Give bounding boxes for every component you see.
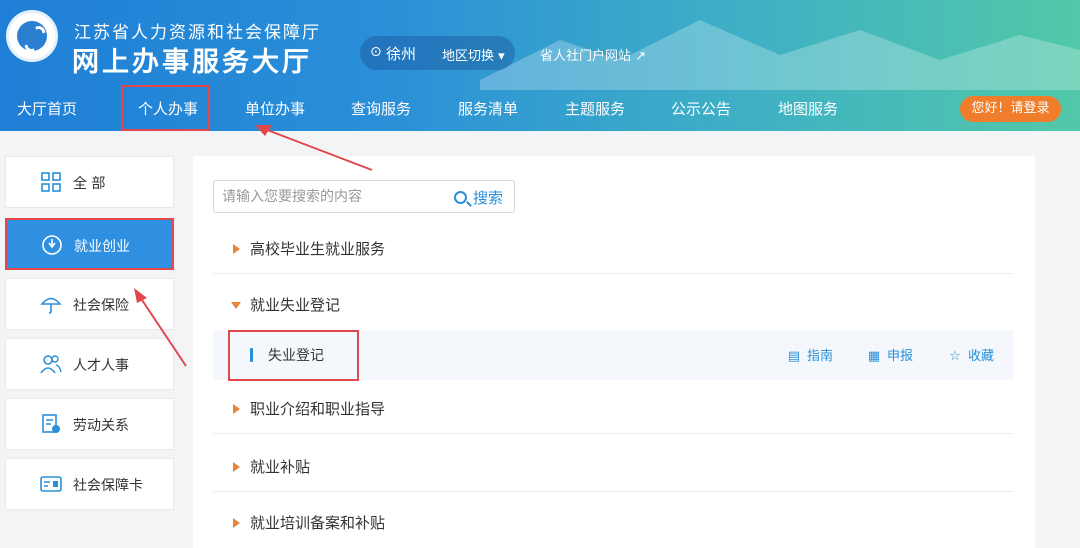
grid-icon [39, 171, 63, 195]
sidebar-item-label: 劳动关系 [73, 418, 129, 434]
category-name: 就业补贴 [250, 458, 311, 476]
guide-icon: ▤ [787, 349, 801, 364]
sidebar-item-insurance[interactable]: 社会保险 [5, 278, 174, 330]
location-selector[interactable]: ⊙ 徐州 地区切换 ▾ [360, 36, 515, 70]
sidebar-item-label: 社会保障卡 [73, 478, 143, 494]
nav-home[interactable]: 大厅首页 [17, 98, 77, 119]
category-name: 高校毕业生就业服务 [250, 240, 386, 258]
category-name: 就业失业登记 [250, 296, 341, 314]
search-icon [454, 191, 467, 204]
sidebar-item-label: 就业创业 [74, 239, 130, 255]
nav-map[interactable]: 地图服务 [778, 98, 838, 119]
favorite-button[interactable]: ☆ 收藏 [948, 345, 994, 364]
sidebar-item-card[interactable]: 社会保障卡 [5, 458, 174, 510]
highlight-service-item [228, 330, 359, 381]
sidebar-item-label: 社会保险 [73, 298, 129, 314]
highlight-nav-personal [121, 85, 210, 131]
sidebar-item-employment[interactable]: 就业创业 [5, 218, 174, 270]
people-icon [39, 353, 63, 377]
site-logo[interactable] [6, 10, 58, 62]
star-icon: ☆ [949, 349, 961, 364]
nav-service-list[interactable]: 服务清单 [458, 98, 518, 119]
sidebar-item-labor[interactable]: 劳动关系 [5, 398, 174, 450]
umbrella-icon [39, 293, 63, 317]
category-row[interactable]: 就业失业登记 [213, 278, 1013, 330]
sidebar-item-label: 人才人事 [73, 358, 129, 374]
document-icon [39, 413, 63, 437]
category-row[interactable]: 就业培训备案和补贴 [213, 496, 1013, 548]
employment-icon [40, 234, 64, 258]
login-button[interactable]: 您好！请登录 [960, 96, 1061, 122]
category-row[interactable]: 就业补贴 [213, 440, 1013, 492]
caret-right-icon [233, 404, 240, 414]
search-button[interactable]: 搜索 [454, 187, 503, 208]
apply-icon: ▦ [867, 349, 881, 364]
nav-notices[interactable]: 公示公告 [671, 98, 731, 119]
apply-button[interactable]: ▦ 申报 [867, 345, 913, 364]
search-box: 搜索 [213, 180, 515, 213]
sidebar-item-all[interactable]: 全 部 [5, 156, 174, 208]
category-name: 职业介绍和职业指导 [250, 400, 386, 418]
category-row[interactable]: 职业介绍和职业指导 [213, 382, 1013, 434]
current-city: 徐州 [386, 45, 417, 63]
hall-title: 网上办事服务大厅 [72, 47, 312, 78]
guide-button[interactable]: ▤ 指南 [787, 345, 833, 364]
caret-down-icon [231, 302, 241, 309]
caret-right-icon [233, 462, 240, 472]
category-row[interactable]: 高校毕业生就业服务 [213, 222, 1013, 274]
location-pin-icon: ⊙ [370, 44, 382, 60]
search-input[interactable] [222, 187, 442, 207]
sidebar-item-talent[interactable]: 人才人事 [5, 338, 174, 390]
sidebar-item-label: 全 部 [73, 176, 106, 192]
share-icon: ↗ [635, 49, 647, 64]
caret-right-icon [233, 244, 240, 254]
caret-right-icon [233, 518, 240, 528]
portal-link[interactable]: 省人社门户网站 ↗ [540, 45, 646, 64]
nav-query[interactable]: 查询服务 [351, 98, 411, 119]
nav-unit[interactable]: 单位办事 [245, 98, 305, 119]
card-icon [39, 473, 63, 497]
nav-topics[interactable]: 主题服务 [565, 98, 625, 119]
region-switch-button[interactable]: 地区切换 ▾ [442, 45, 505, 64]
category-name: 就业培训备案和补贴 [250, 514, 386, 532]
